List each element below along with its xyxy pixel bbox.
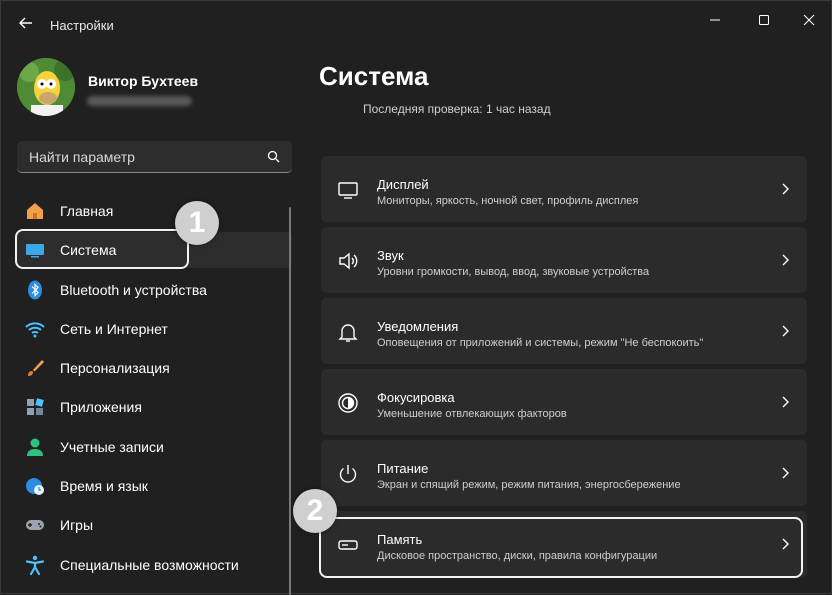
- card-subtitle: Уровни громкости, вывод, ввод, звуковые …: [377, 266, 650, 278]
- sidebar-item-bluetooth[interactable]: Bluetooth и устройства: [17, 272, 292, 308]
- maximize-icon: [759, 15, 769, 25]
- wifi-icon: [25, 322, 45, 338]
- sidebar-item-accessibility[interactable]: Специальные возможности: [17, 547, 292, 583]
- back-arrow-icon: [19, 17, 32, 29]
- page-title: Система: [319, 61, 429, 91]
- close-icon: [803, 14, 815, 26]
- card-subtitle: Уменьшение отвлекающих факторов: [377, 408, 567, 420]
- sidebar-item-label: Главная: [60, 203, 114, 219]
- apps-icon: [27, 398, 44, 416]
- display-icon: [338, 182, 358, 199]
- brush-icon: [28, 360, 44, 377]
- bell-icon: [338, 324, 358, 342]
- card-notifications[interactable]: Уведомления Оповещения от приложений и с…: [321, 298, 807, 364]
- card-display[interactable]: Дисплей Мониторы, яркость, ночной свет, …: [321, 156, 807, 222]
- back-button[interactable]: [15, 14, 37, 36]
- annotation-badge-2: 2: [293, 489, 337, 533]
- sidebar-item-label: Приложения: [60, 399, 142, 416]
- home-icon: [27, 203, 43, 219]
- sidebar-item-label: Игры: [60, 517, 94, 534]
- app-title: Настройки: [50, 18, 114, 33]
- card-title: Питание: [377, 461, 429, 476]
- sidebar-item-personalization[interactable]: Персонализация: [17, 350, 292, 386]
- search-input[interactable]: [27, 141, 261, 173]
- chevron-right-icon: [782, 467, 789, 479]
- avatar[interactable]: [17, 58, 75, 116]
- sidebar-item-label: Сеть и Интернет: [60, 320, 168, 337]
- sidebar-scrollbar[interactable]: [289, 207, 291, 595]
- card-subtitle: Оповещения от приложений и системы, режи…: [377, 337, 704, 349]
- globe-clock-icon: [26, 478, 44, 496]
- sidebar-item-label: Персонализация: [60, 360, 170, 377]
- sidebar-item-label: Учетные записи: [60, 438, 164, 455]
- minimize-icon: [710, 19, 720, 21]
- gamepad-icon: [26, 520, 44, 531]
- close-button[interactable]: [789, 9, 829, 31]
- card-title: Дисплей: [377, 177, 429, 192]
- focus-icon: [338, 393, 358, 413]
- card-subtitle: Экран и спящий режим, режим питания, эне…: [377, 479, 681, 491]
- last-check-status: Последняя проверка: 1 час назад: [363, 102, 551, 116]
- sidebar-item-accounts[interactable]: Учетные записи: [17, 429, 292, 465]
- sidebar-item-time-language[interactable]: Время и язык: [17, 468, 292, 504]
- sidebar-item-label: Время и язык: [60, 478, 148, 495]
- annotation-highlight-storage: [319, 517, 803, 578]
- annotation-badge-1: 1: [175, 201, 219, 245]
- card-title: Уведомления: [377, 319, 459, 334]
- chevron-right-icon: [782, 254, 789, 266]
- title-bar: Настройки: [1, 1, 832, 49]
- power-icon: [339, 465, 357, 483]
- user-email-blurred: [87, 96, 192, 106]
- user-name: Виктор Бухтеев: [88, 73, 199, 89]
- maximize-button[interactable]: [744, 9, 784, 31]
- sidebar-item-label: Специальные возможности: [60, 556, 239, 573]
- chevron-right-icon: [782, 325, 789, 337]
- card-focus[interactable]: Фокусировка Уменьшение отвлекающих факто…: [321, 369, 807, 435]
- sidebar-item-network[interactable]: Сеть и Интернет: [17, 311, 292, 347]
- user-icon: [27, 438, 43, 456]
- sidebar-item-apps[interactable]: Приложения: [17, 389, 292, 425]
- card-subtitle: Мониторы, яркость, ночной свет, профиль …: [377, 195, 639, 207]
- chevron-right-icon: [782, 183, 789, 195]
- card-title: Звук: [377, 248, 404, 263]
- settings-window: Настройки Виктор Бухтеев Найти параметр …: [0, 0, 832, 595]
- chevron-right-icon: [782, 396, 789, 408]
- bluetooth-icon: [28, 280, 42, 300]
- avatar-picture-icon: [17, 58, 75, 116]
- minimize-button[interactable]: [695, 9, 735, 31]
- sidebar-item-home[interactable]: Главная: [17, 193, 292, 229]
- annotation-highlight-system: [15, 229, 189, 269]
- sidebar-item-gaming[interactable]: Игры: [17, 507, 292, 543]
- card-sound[interactable]: Звук Уровни громкости, вывод, ввод, звук…: [321, 227, 807, 293]
- search-icon[interactable]: [267, 150, 280, 163]
- search-box[interactable]: [17, 141, 292, 173]
- card-power[interactable]: Питание Экран и спящий режим, режим пита…: [321, 440, 807, 506]
- card-title: Фокусировка: [377, 390, 455, 405]
- sidebar-item-label: Bluetooth и устройства: [60, 281, 207, 298]
- speaker-icon: [339, 252, 358, 270]
- accessibility-icon: [25, 555, 45, 575]
